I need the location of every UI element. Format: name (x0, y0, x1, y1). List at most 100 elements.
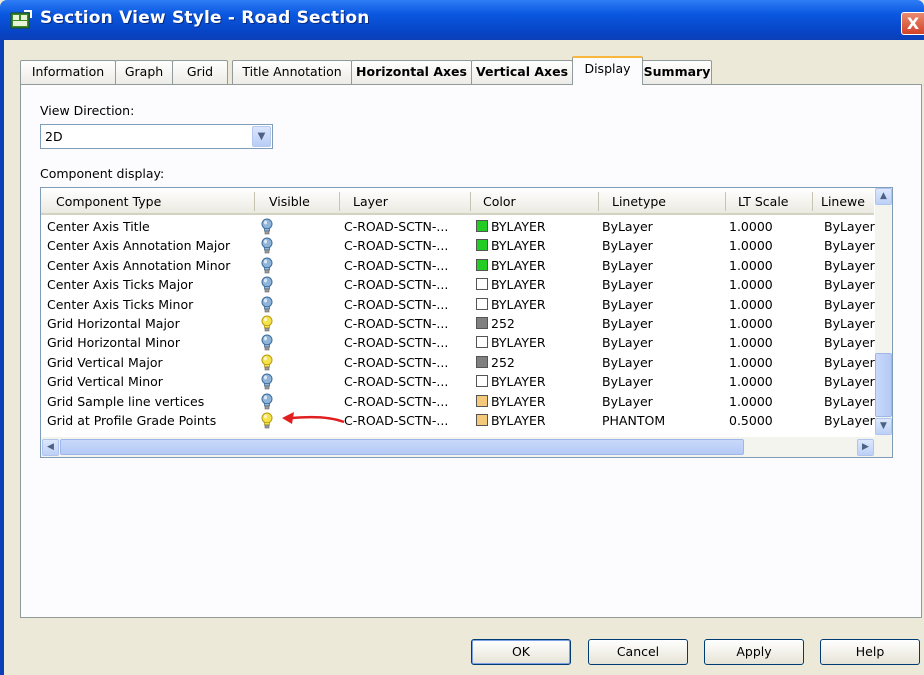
cell-lt-scale[interactable]: 1.0000 (729, 238, 773, 253)
vertical-scroll-thumb[interactable] (875, 353, 892, 417)
cell-linetype[interactable]: ByLayer (602, 335, 653, 350)
tab-graph[interactable]: Graph (115, 60, 173, 84)
component-display-grid[interactable]: Component Type Visible Layer Color Linet… (40, 187, 893, 458)
cell-type[interactable]: Center Axis Ticks Major (47, 277, 193, 292)
cell-color[interactable]: BYLAYER (476, 258, 546, 273)
cell-layer[interactable]: C-ROAD-SCTN-... (344, 374, 448, 389)
cell-layer[interactable]: C-ROAD-SCTN-... (344, 277, 448, 292)
cell-lineweight[interactable]: ByLayer (824, 238, 875, 253)
cell-color[interactable]: 252 (476, 316, 515, 331)
tab-vertical-axes[interactable]: Vertical Axes (471, 60, 573, 84)
cell-linetype[interactable]: ByLayer (602, 297, 653, 312)
cell-linetype[interactable]: ByLayer (602, 316, 653, 331)
column-header-component-type[interactable]: Component Type (56, 194, 161, 209)
cell-type[interactable]: Grid Horizontal Minor (47, 335, 180, 350)
cell-lineweight[interactable]: ByLayer (824, 413, 875, 428)
lightbulb-on-icon[interactable] (261, 257, 273, 274)
cell-layer[interactable]: C-ROAD-SCTN-... (344, 258, 448, 273)
cell-lineweight[interactable]: ByLayer (824, 316, 875, 331)
scroll-down-arrow-icon[interactable]: ▼ (875, 418, 892, 435)
cell-color[interactable]: BYLAYER (476, 413, 546, 428)
table-row[interactable]: Grid Vertical Major C-ROAD-SCTN-... ByLaye… (41, 353, 875, 372)
cell-lt-scale[interactable]: 1.0000 (729, 316, 773, 331)
scroll-up-arrow-icon[interactable]: ▲ (875, 188, 892, 205)
lightbulb-on-icon[interactable] (261, 296, 273, 313)
cell-linetype[interactable]: ByLayer (602, 355, 653, 370)
chevron-down-icon[interactable]: ▼ (252, 126, 271, 147)
cell-lt-scale[interactable]: 1.0000 (729, 374, 773, 389)
cell-lineweight[interactable]: ByLayer (824, 394, 875, 409)
help-button[interactable]: Help (820, 639, 920, 665)
tab-horizontal-axes[interactable]: Horizontal Axes (351, 60, 472, 84)
cell-lt-scale[interactable]: 1.0000 (729, 219, 773, 234)
column-header-color[interactable]: Color (483, 194, 516, 209)
cell-lt-scale[interactable]: 1.0000 (729, 258, 773, 273)
cell-type[interactable]: Grid Horizontal Major (47, 316, 180, 331)
tab-grid[interactable]: Grid (172, 60, 228, 84)
cell-color[interactable]: BYLAYER (476, 297, 546, 312)
column-divider[interactable] (812, 192, 813, 211)
cell-type[interactable]: Center Axis Annotation Minor (47, 258, 230, 273)
table-row[interactable]: Center Axis Ticks Minor C-ROAD-SCTN-... By… (41, 295, 875, 314)
column-divider[interactable] (470, 192, 471, 211)
tab-display[interactable]: Display (572, 56, 643, 85)
cell-lineweight[interactable]: ByLayer (824, 219, 875, 234)
lightbulb-on-icon[interactable] (261, 373, 273, 390)
lightbulb-on-icon[interactable] (261, 276, 273, 293)
cell-lt-scale[interactable]: 1.0000 (729, 335, 773, 350)
table-row[interactable]: Center Axis Annotation Major C-ROAD-SCTN-… (41, 236, 875, 255)
tab-title-annotation[interactable]: Title Annotation (232, 60, 352, 84)
cell-layer[interactable]: C-ROAD-SCTN-... (344, 316, 448, 331)
cell-type[interactable]: Grid Vertical Minor (47, 374, 163, 389)
view-direction-select[interactable]: 2D ▼ (40, 124, 273, 149)
cell-type[interactable]: Grid at Profile Grade Points (47, 413, 216, 428)
cell-linetype[interactable]: ByLayer (602, 238, 653, 253)
cell-color[interactable]: BYLAYER (476, 394, 546, 409)
column-divider[interactable] (725, 192, 726, 211)
cell-lt-scale[interactable]: 1.0000 (729, 355, 773, 370)
cancel-button[interactable]: Cancel (588, 639, 688, 665)
cell-lineweight[interactable]: ByLayer (824, 374, 875, 389)
lightbulb-off-icon[interactable] (261, 412, 273, 429)
title-bar[interactable]: Section View Style - Road Section X (0, 0, 924, 40)
cell-layer[interactable]: C-ROAD-SCTN-... (344, 219, 448, 234)
table-row[interactable]: Grid Sample line vertices C-ROAD-SCTN-...… (41, 392, 875, 411)
cell-linetype[interactable]: ByLayer (602, 394, 653, 409)
column-header-linetype[interactable]: Linetype (612, 194, 666, 209)
table-row[interactable]: Grid at Profile Grade Points C-ROAD-SCTN-… (41, 411, 875, 430)
cell-layer[interactable]: C-ROAD-SCTN-... (344, 394, 448, 409)
lightbulb-on-icon[interactable] (261, 218, 273, 235)
cell-type[interactable]: Grid Vertical Major (47, 355, 163, 370)
cell-layer[interactable]: C-ROAD-SCTN-... (344, 413, 448, 428)
cell-layer[interactable]: C-ROAD-SCTN-... (344, 238, 448, 253)
cell-linetype[interactable]: PHANTOM (602, 413, 665, 428)
lightbulb-off-icon[interactable] (261, 315, 273, 332)
horizontal-scroll-thumb[interactable] (60, 439, 744, 455)
scroll-left-arrow-icon[interactable]: ◀ (42, 439, 59, 456)
cell-lineweight[interactable]: ByLayer (824, 277, 875, 292)
cell-type[interactable]: Center Axis Ticks Minor (47, 297, 193, 312)
cell-lt-scale[interactable]: 1.0000 (729, 277, 773, 292)
cell-linetype[interactable]: ByLayer (602, 374, 653, 389)
column-divider[interactable] (598, 192, 599, 211)
cell-type[interactable]: Center Axis Annotation Major (47, 238, 230, 253)
lightbulb-on-icon[interactable] (261, 393, 273, 410)
cell-type[interactable]: Grid Sample line vertices (47, 394, 204, 409)
column-header-visible[interactable]: Visible (269, 194, 310, 209)
cell-layer[interactable]: C-ROAD-SCTN-... (344, 297, 448, 312)
cell-lineweight[interactable]: ByLayer (824, 355, 875, 370)
apply-button[interactable]: Apply (704, 639, 804, 665)
tab-summary[interactable]: Summary (642, 60, 712, 84)
cell-color[interactable]: BYLAYER (476, 335, 546, 350)
cell-linetype[interactable]: ByLayer (602, 258, 653, 273)
cell-type[interactable]: Center Axis Title (47, 219, 150, 234)
table-row[interactable]: Grid Vertical Minor C-ROAD-SCTN-... ByLaye… (41, 372, 875, 391)
cell-color[interactable]: BYLAYER (476, 238, 546, 253)
cell-linetype[interactable]: ByLayer (602, 277, 653, 292)
close-button[interactable]: X (901, 12, 924, 35)
horizontal-scrollbar[interactable]: ◀ ▶ (41, 437, 892, 457)
cell-lineweight[interactable]: ByLayer (824, 297, 875, 312)
table-row[interactable]: Grid Horizontal Minor C-ROAD-SCTN-... ByLa… (41, 333, 875, 352)
cell-linetype[interactable]: ByLayer (602, 219, 653, 234)
scroll-right-arrow-icon[interactable]: ▶ (857, 439, 874, 456)
